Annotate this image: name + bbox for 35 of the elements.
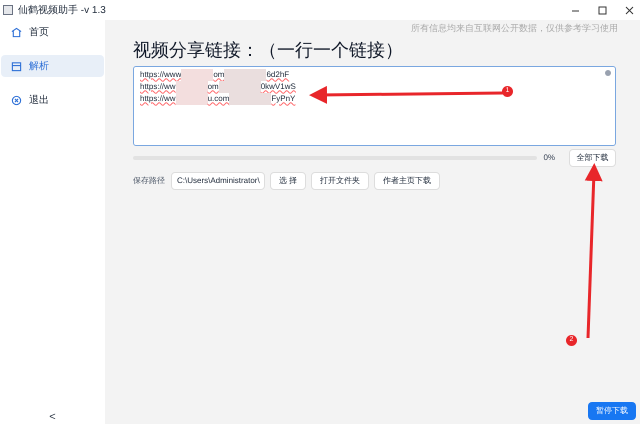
app-icon <box>3 5 13 15</box>
notice-text: 所有信息均来自互联网公开数据，仅供参考学习使用 <box>411 22 618 35</box>
sidebar-item[interactable]: 解析 <box>1 55 104 77</box>
link-text: https://www <box>140 68 182 80</box>
sidebar-item[interactable]: 退出 <box>1 89 104 111</box>
clear-icon[interactable] <box>605 70 611 76</box>
save-path-label: 保存路径 <box>133 174 165 186</box>
maximize-icon[interactable] <box>598 6 607 14</box>
link-text: om <box>213 68 224 80</box>
toolbar-button[interactable]: 打开文件夹 <box>311 172 370 190</box>
close-icon[interactable] <box>625 6 634 14</box>
link-text: u.com <box>208 92 230 104</box>
collapse-button[interactable]: < <box>49 412 56 423</box>
blur-block <box>229 92 272 104</box>
link-text: FyPnY <box>271 92 296 104</box>
blur-block <box>176 92 208 104</box>
download-all-button[interactable]: 全部下载 <box>569 148 616 166</box>
home-icon <box>11 26 22 38</box>
link-text: https://ww <box>140 92 176 104</box>
save-path-field[interactable]: C:\Users\Administrator\ <box>171 172 265 190</box>
close-circle-icon <box>11 94 22 106</box>
calendar-icon <box>11 60 22 72</box>
toolbar-button[interactable]: 作者主页下载 <box>374 172 440 190</box>
toolbar-button[interactable]: 选 择 <box>270 172 306 190</box>
link-text: 6d2hF <box>266 68 290 80</box>
link-text: 0kwV1wS <box>260 80 296 92</box>
link-text: https://ww <box>140 80 176 92</box>
blur-block <box>181 68 214 80</box>
heading: 视频分享链接：（一行一个链接） <box>133 38 404 62</box>
sidebar-item[interactable]: 首页 <box>1 21 104 43</box>
progress-reading: 0% <box>543 152 555 164</box>
window-title: 仙鹤视频助手 -v 1.3 <box>18 4 106 18</box>
pause-download-button[interactable]: 暂停下载 <box>588 402 636 420</box>
link-text: om <box>208 80 219 92</box>
blur-block <box>224 68 266 80</box>
